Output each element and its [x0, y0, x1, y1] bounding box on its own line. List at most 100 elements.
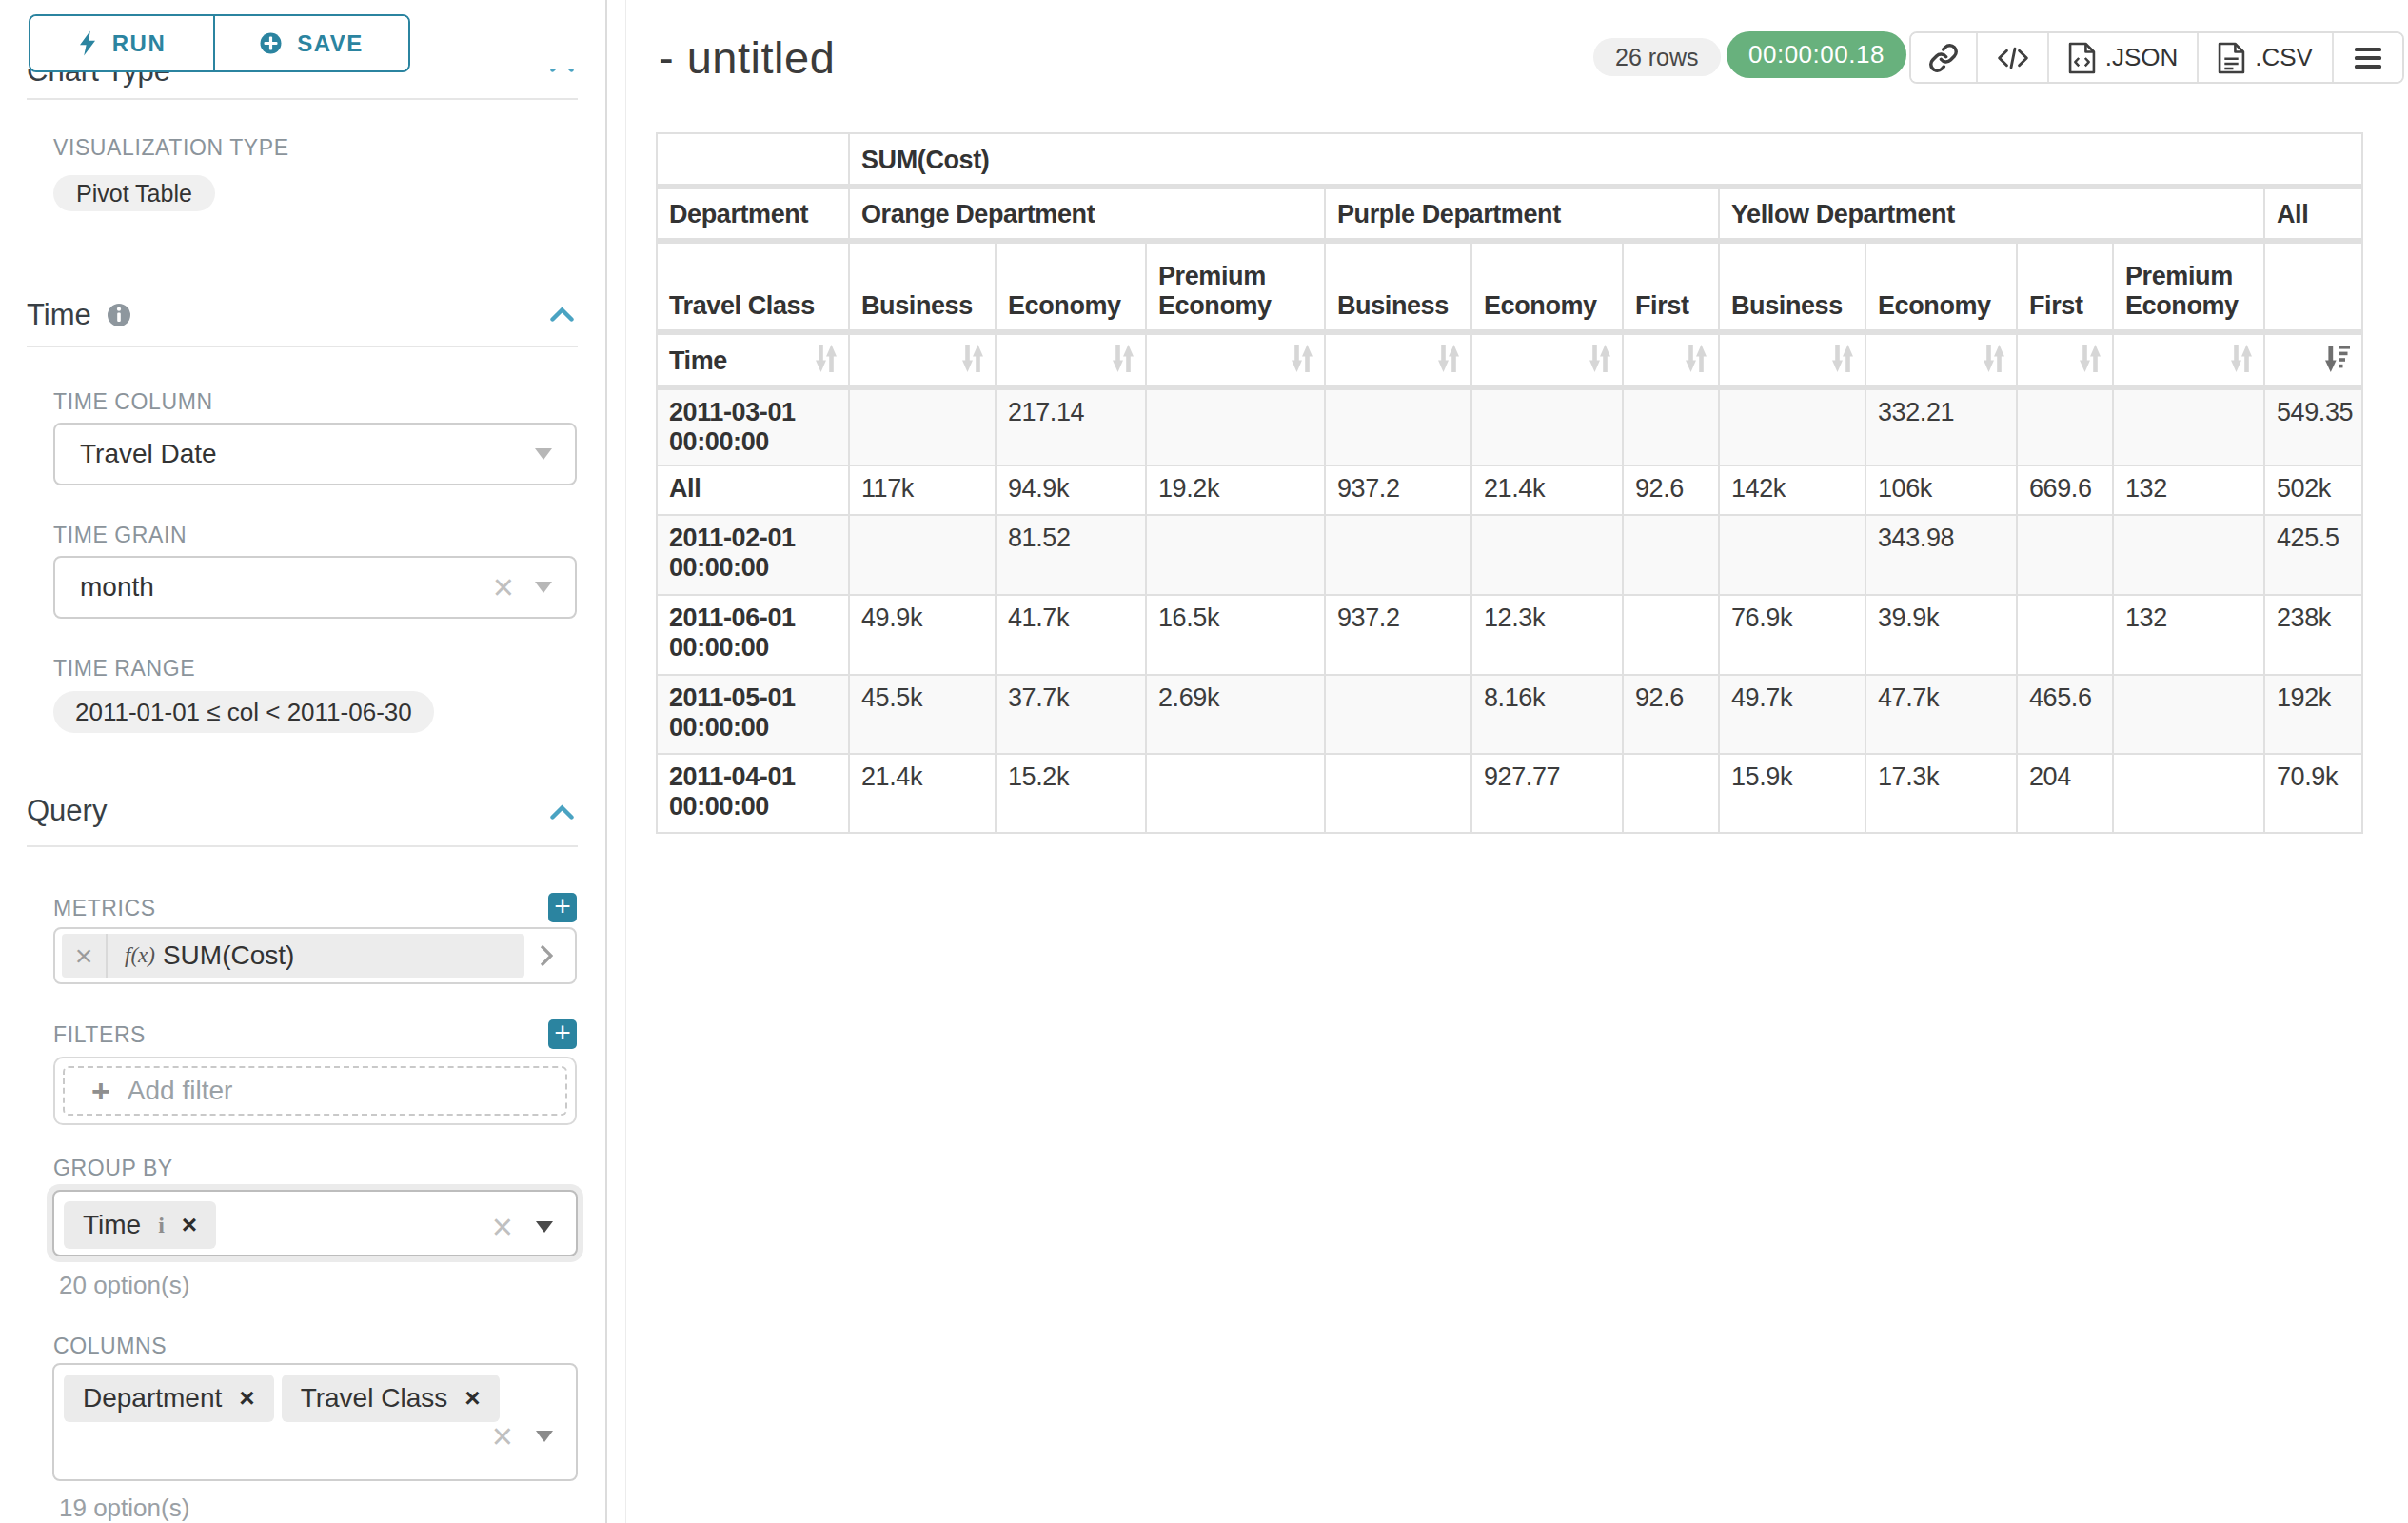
- export-json-label: .JSON: [2105, 43, 2179, 72]
- sort-icon[interactable]: [1113, 345, 1134, 372]
- value-cell: [850, 516, 997, 596]
- pivot-row: 2011-06-01 00:00:0049.9k41.7k16.5k937.21…: [656, 596, 2363, 676]
- sortable-column-cell[interactable]: [1866, 335, 2018, 390]
- sort-icon[interactable]: [2231, 345, 2252, 372]
- value-cell: [1624, 516, 1720, 596]
- time-column-select[interactable]: Travel Date: [53, 423, 577, 485]
- columns-tag[interactable]: Travel Class×: [282, 1375, 500, 1422]
- row-count-badge: 26 rows: [1593, 38, 1721, 76]
- sortable-column-cell[interactable]: [997, 335, 1147, 390]
- remove-metric-icon[interactable]: ×: [62, 934, 108, 978]
- visualization-type-value[interactable]: Pivot Table: [53, 175, 215, 211]
- export-csv-label: .CSV: [2255, 43, 2313, 72]
- travel-class-cell: Business: [1720, 244, 1866, 335]
- sort-icon[interactable]: [1589, 345, 1610, 372]
- sortable-column-cell[interactable]: [1147, 335, 1326, 390]
- chart-title[interactable]: - untitled: [659, 31, 835, 84]
- sort-icon[interactable]: [1686, 345, 1707, 372]
- add-filter-button[interactable]: +: [548, 1019, 577, 1049]
- row-header-cell: 2011-04-01 00:00:00: [656, 755, 850, 834]
- value-cell: 92.6: [1624, 676, 1720, 755]
- info-icon[interactable]: [107, 303, 131, 327]
- group-by-select[interactable]: Timei× ×: [52, 1190, 578, 1256]
- sortable-column-cell[interactable]: [850, 335, 997, 390]
- run-button[interactable]: RUN: [30, 16, 215, 70]
- value-cell: [1326, 676, 1472, 755]
- travel-class-cell: Business: [850, 244, 997, 335]
- sort-icon[interactable]: [2080, 345, 2101, 372]
- sortable-column-cell[interactable]: [1720, 335, 1866, 390]
- value-cell: 92.6: [1624, 466, 1720, 516]
- value-cell: [2114, 755, 2265, 834]
- department-group-cell: Purple Department: [1326, 189, 1720, 244]
- export-csv-button[interactable]: .CSV: [2199, 33, 2334, 82]
- value-cell: 12.3k: [1472, 596, 1624, 676]
- caret-down-icon[interactable]: [535, 582, 552, 593]
- value-cell: 37.7k: [997, 676, 1147, 755]
- columns-tag[interactable]: Department ×: [64, 1375, 274, 1422]
- embed-code-button[interactable]: [1978, 33, 2049, 82]
- value-cell: 502k: [2265, 466, 2363, 516]
- value-cell: 15.2k: [997, 755, 1147, 834]
- export-json-button[interactable]: .JSON: [2049, 33, 2199, 82]
- sort-icon[interactable]: [962, 345, 983, 372]
- chevron-up-icon[interactable]: [550, 307, 574, 322]
- sort-icon[interactable]: [1292, 345, 1313, 372]
- sort-desc-icon[interactable]: [2325, 346, 2350, 372]
- sortable-column-cell[interactable]: [1624, 335, 1720, 390]
- clear-icon[interactable]: ×: [493, 569, 514, 605]
- remove-tag-icon[interactable]: ×: [239, 1383, 254, 1414]
- expand-metric-icon[interactable]: [524, 944, 568, 967]
- remove-tag-icon[interactable]: ×: [464, 1383, 480, 1414]
- remove-tag-icon[interactable]: ×: [182, 1210, 197, 1240]
- sortable-column-cell[interactable]: [2265, 335, 2363, 390]
- sort-icon[interactable]: [1984, 345, 2004, 372]
- row-axis-label-cell[interactable]: Time: [656, 335, 850, 390]
- info-icon[interactable]: i: [158, 1213, 165, 1238]
- value-cell: [2114, 390, 2265, 466]
- time-range-value[interactable]: 2011-01-01 ≤ col < 2011-06-30: [53, 691, 434, 733]
- columns-select[interactable]: Department×Travel Class× ×: [52, 1363, 578, 1481]
- clear-icon[interactable]: ×: [492, 1209, 513, 1245]
- value-cell: 549.35: [2265, 390, 2363, 466]
- sortable-column-cell[interactable]: [2114, 335, 2265, 390]
- value-cell: 8.16k: [1472, 676, 1624, 755]
- value-cell: [1147, 755, 1326, 834]
- sort-icon[interactable]: [1832, 345, 1853, 372]
- caret-down-icon[interactable]: [536, 1221, 553, 1233]
- time-grain-select[interactable]: month ×: [53, 556, 577, 619]
- sortable-column-cell[interactable]: [1472, 335, 1624, 390]
- add-filter-dropzone[interactable]: + Add filter: [63, 1066, 567, 1116]
- save-button[interactable]: SAVE: [215, 16, 408, 70]
- divider: [27, 845, 578, 847]
- sort-icon[interactable]: [816, 345, 837, 372]
- value-cell: [1472, 516, 1624, 596]
- column-axis-label-cell: Department: [656, 189, 850, 244]
- add-metric-button[interactable]: +: [548, 893, 577, 922]
- share-link-button[interactable]: [1911, 33, 1978, 82]
- caret-down-icon[interactable]: [535, 448, 552, 460]
- sortable-column-cell[interactable]: [1326, 335, 1472, 390]
- travel-class-cell: First: [2018, 244, 2114, 335]
- columns-tag-label: Department: [83, 1383, 222, 1414]
- metric-option[interactable]: × f(x) SUM(Cost): [62, 934, 524, 978]
- sort-icon[interactable]: [1438, 345, 1459, 372]
- panel-gutter[interactable]: [625, 0, 626, 1523]
- metric-label: SUM(Cost): [163, 940, 294, 971]
- clear-icon[interactable]: ×: [492, 1418, 513, 1454]
- plus-circle-icon: [260, 32, 282, 54]
- value-cell: 17.3k: [1866, 755, 2018, 834]
- chevron-up-icon[interactable]: [550, 804, 574, 820]
- metric-header-row: SUM(Cost): [656, 132, 2363, 189]
- value-cell: 41.7k: [997, 596, 1147, 676]
- fx-icon: f(x): [108, 943, 163, 968]
- group-by-tag[interactable]: Timei×: [64, 1201, 216, 1249]
- menu-button[interactable]: [2334, 33, 2402, 82]
- value-cell: 937.2: [1326, 466, 1472, 516]
- caret-down-icon[interactable]: [536, 1431, 553, 1442]
- sortable-column-cell[interactable]: [2018, 335, 2114, 390]
- row-header-cell: All: [656, 466, 850, 516]
- travel-class-cell: Premium Economy: [1147, 244, 1326, 335]
- value-cell: [1720, 390, 1866, 466]
- value-cell: 39.9k: [1866, 596, 2018, 676]
